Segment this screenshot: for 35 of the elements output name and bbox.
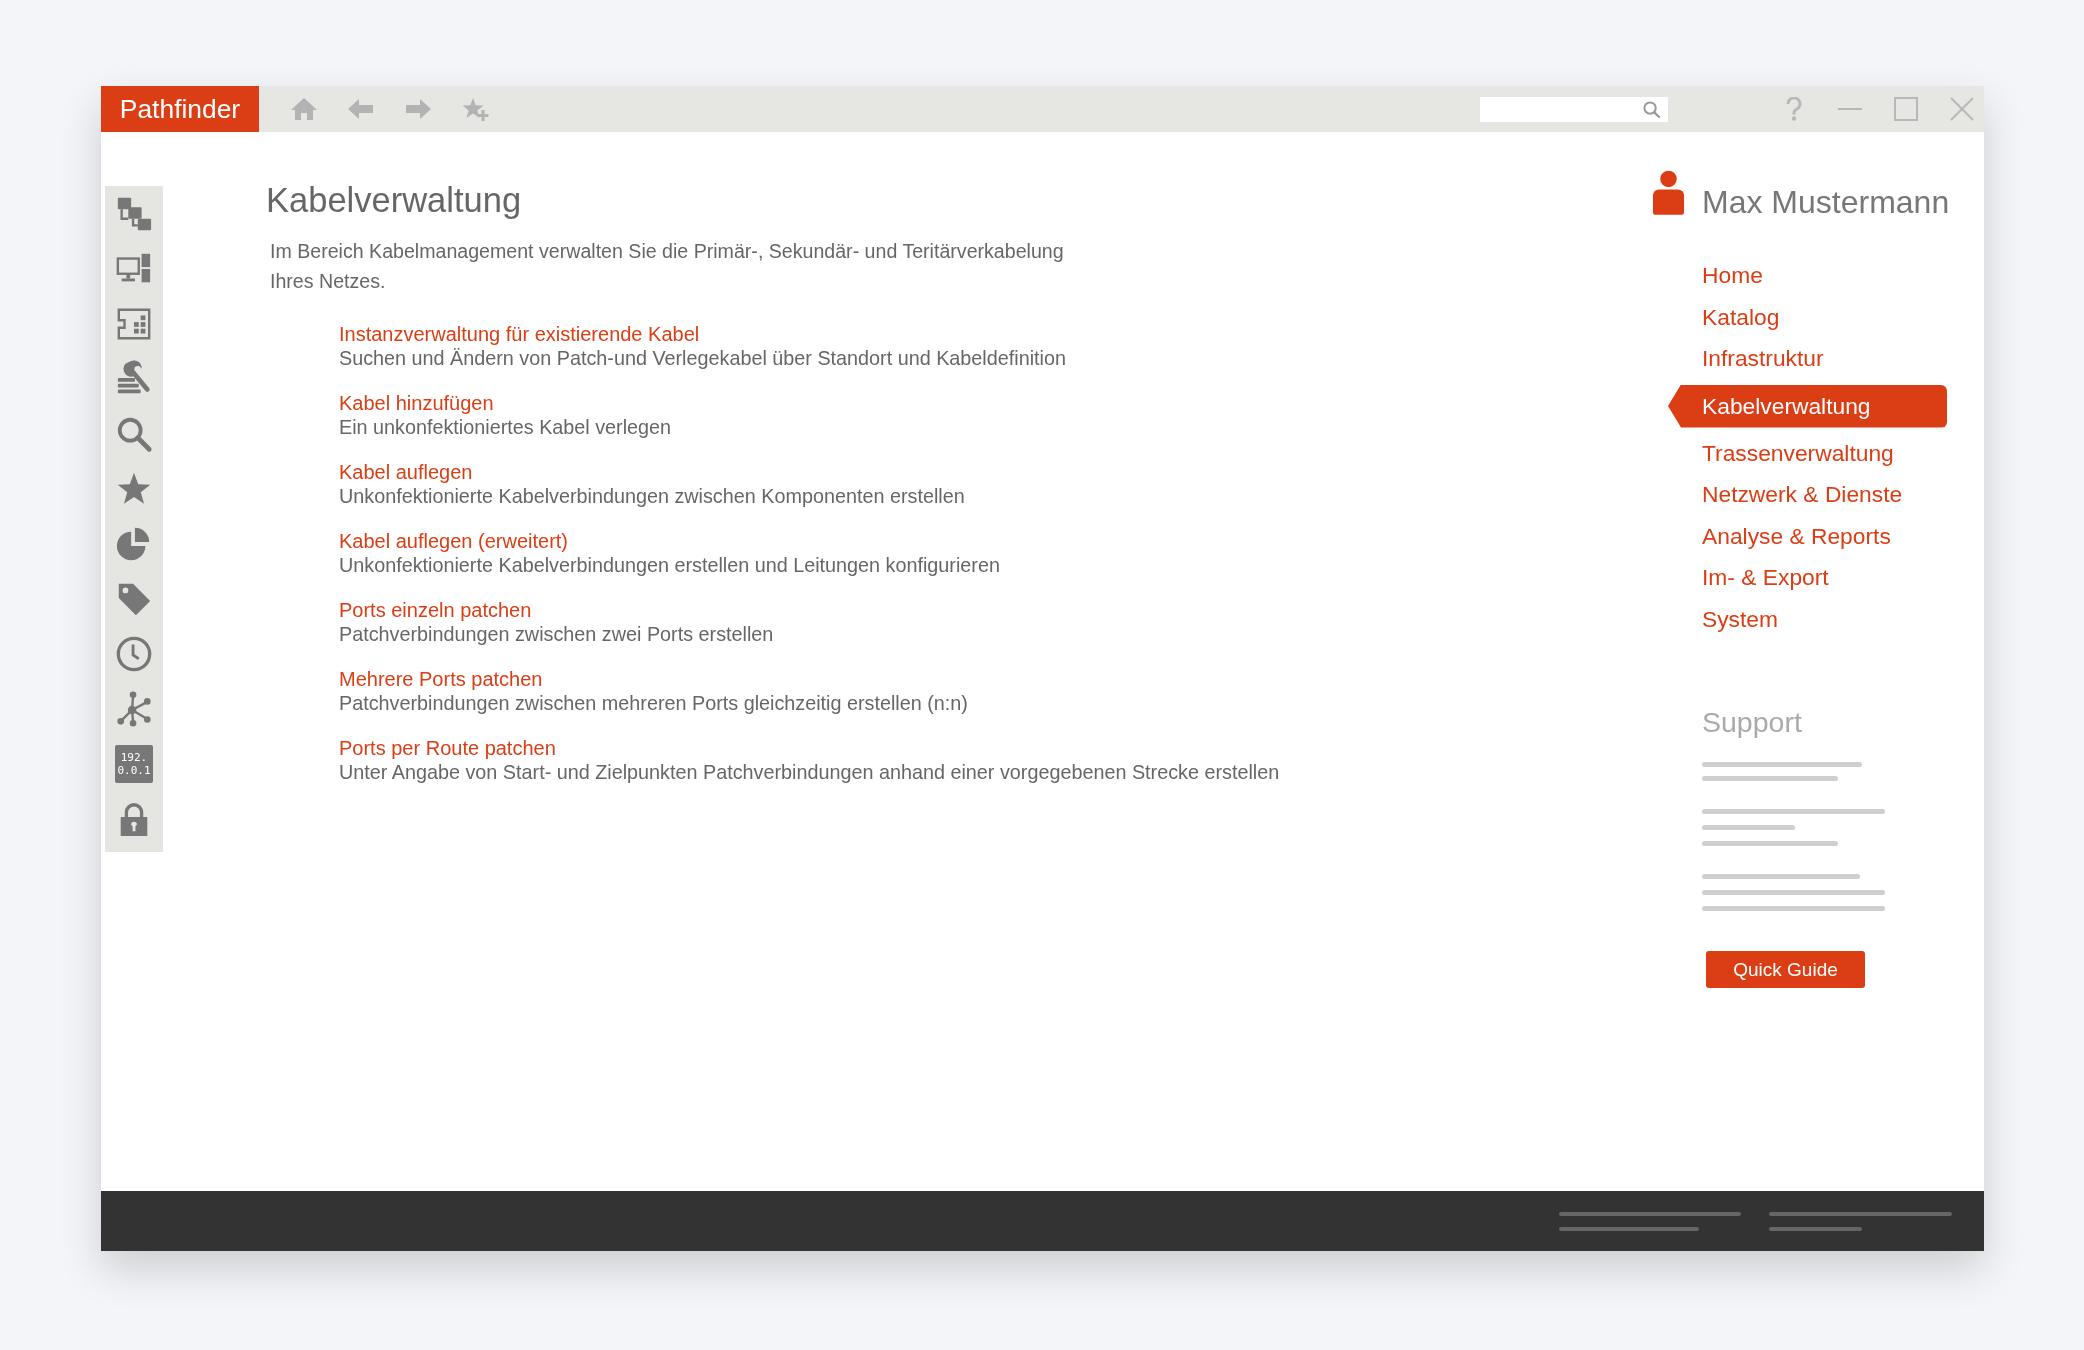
section-description: Unkonfektionierte Kabelverbindungen zwischen Komponenten erstellen xyxy=(339,484,965,508)
nav-item[interactable]: Kabelverwaltung xyxy=(1668,384,1947,428)
search-field[interactable] xyxy=(1480,96,1668,122)
section-link[interactable]: Kabel auflegen xyxy=(339,460,473,484)
intro-text: Im Bereich Kabelmanagement verwalten Sie die Primär-, Sekundär- und Teritärverkabelung Ihres Netzes. xyxy=(270,239,1064,294)
section-description: Patchverbindungen zwischen mehreren Ports gleichzeitig erstellen (n:n) xyxy=(339,691,968,715)
nav-item[interactable]: System xyxy=(1668,598,1947,640)
section-link[interactable]: Kabel auflegen (erweitert) xyxy=(339,529,568,553)
nav-item[interactable]: Trassenverwaltung xyxy=(1668,432,1947,474)
page-title: Kabelverwaltung xyxy=(266,180,522,221)
section-link[interactable]: Mehrere Ports patchen xyxy=(339,667,543,691)
search-icon[interactable] xyxy=(1643,100,1660,118)
nav-item[interactable]: Netzwerk & Dienste xyxy=(1668,474,1947,516)
nav-item[interactable]: Im- & Export xyxy=(1668,557,1947,599)
section-link[interactable]: Kabel hinzufügen xyxy=(339,391,494,415)
app-logo: Pathfinder xyxy=(101,86,259,132)
nav-item[interactable]: Katalog xyxy=(1668,296,1947,338)
ip-address-tile[interactable]: 192. 0.0.1 xyxy=(115,744,153,783)
user-icon xyxy=(1652,170,1685,215)
section-link[interactable]: Ports per Route patchen xyxy=(339,736,556,760)
section-link[interactable]: Ports einzeln patchen xyxy=(339,598,532,622)
section-description: Ein unkonfektioniertes Kabel verlegen xyxy=(339,415,672,439)
section-description: Suchen und Ändern von Patch-und Verlegekabel über Standort und Kabeldefinition xyxy=(339,346,1066,370)
nav-item[interactable]: Home xyxy=(1668,255,1947,297)
clock-icon[interactable] xyxy=(115,634,153,673)
support-heading: Support xyxy=(1702,705,1802,739)
section-description: Unkonfektionierte Kabelverbindungen erstellen und Leitungen konfigurieren xyxy=(339,553,1000,577)
quick-guide-button[interactable]: Quick Guide xyxy=(1706,951,1865,988)
network-icon[interactable] xyxy=(115,689,153,728)
section-description: Patchverbindungen zwischen zwei Ports erstellen xyxy=(339,622,774,646)
section-description: Unter Angabe von Start- und Zielpunkten Patchverbindungen anhand einer vorgegebenen Strecke erstellen xyxy=(339,760,1280,784)
user-name: Max Mustermann xyxy=(1702,183,1950,222)
nav-item[interactable]: Infrastruktur xyxy=(1668,338,1947,380)
section-link[interactable]: Instanzverwaltung für existierende Kabel xyxy=(339,322,700,346)
nav-item[interactable]: Analyse & Reports xyxy=(1668,515,1947,557)
